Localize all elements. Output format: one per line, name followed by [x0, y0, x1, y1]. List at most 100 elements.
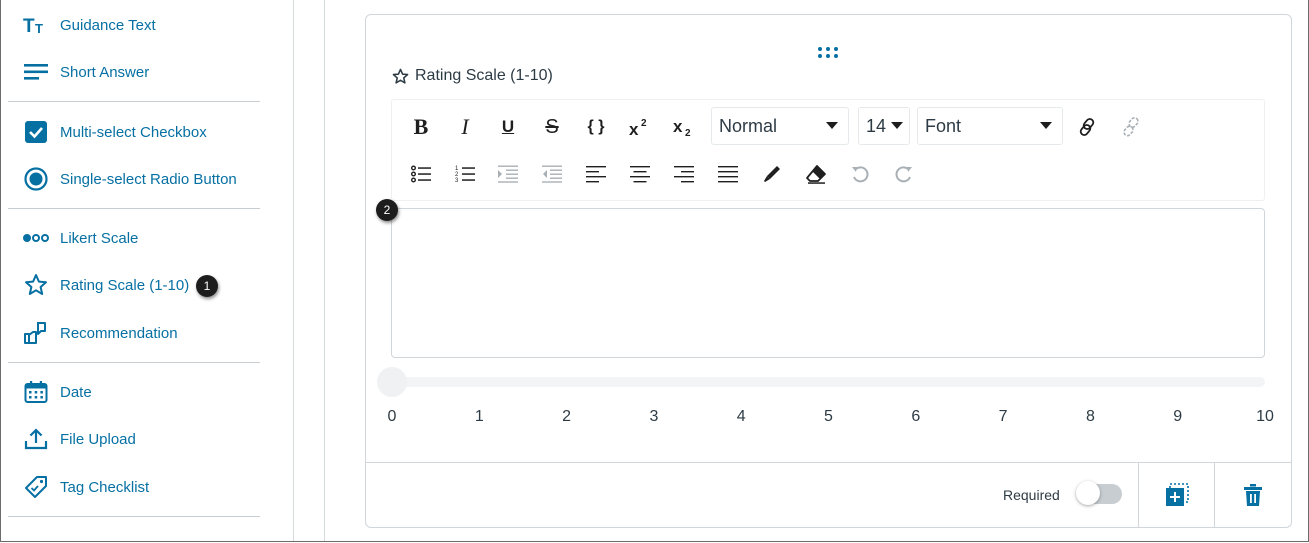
rating-tick-0: 0: [387, 408, 397, 425]
outdent-icon: [537, 159, 567, 189]
eraser-icon[interactable]: [801, 159, 831, 189]
svg-text:x: x: [673, 117, 683, 136]
superscript-icon[interactable]: x2: [625, 112, 655, 142]
block-format-select[interactable]: Normal: [711, 107, 849, 145]
footer-divider: [1214, 463, 1215, 528]
rich-text-toolbar: B I U S { } x2 x2 Normal 14 Font 1 2 3: [391, 99, 1265, 201]
sidebar-item-label: Single-select Radio Button: [60, 170, 237, 188]
sidebar-item-guidance-text[interactable]: TT Guidance Text: [22, 10, 156, 40]
drag-handle-icon[interactable]: [818, 47, 839, 58]
sidebar-item-recommendation[interactable]: Recommendation: [22, 318, 178, 348]
sidebar-divider: [8, 362, 260, 363]
rating-tick-1: 1: [474, 408, 484, 425]
toggle-knob: [1076, 481, 1100, 505]
question-title-text: Rating Scale (1-10): [415, 67, 553, 84]
svg-text:x: x: [629, 120, 639, 137]
bold-button[interactable]: B: [406, 112, 436, 142]
svg-text:2: 2: [685, 128, 691, 137]
svg-text:T: T: [23, 16, 35, 35]
rating-tick-9: 9: [1173, 408, 1183, 425]
question-card: Rating Scale (1-10) B I U S { } x2 x2 No…: [365, 14, 1292, 528]
code-button[interactable]: { }: [581, 112, 611, 142]
question-type-sidebar: TT Guidance Text Short Answer Multi-sele…: [0, 0, 262, 541]
tag-icon: [22, 473, 50, 501]
align-justify-icon[interactable]: [713, 159, 743, 189]
sidebar-item-rating-scale[interactable]: Rating Scale (1-10): [22, 270, 189, 300]
font-family-select[interactable]: Font: [917, 107, 1063, 145]
underline-button[interactable]: U: [493, 112, 523, 142]
align-left-icon[interactable]: [581, 159, 611, 189]
star-icon: [392, 68, 409, 85]
sidebar-divider: [8, 101, 260, 102]
numbered-list-icon[interactable]: 123: [450, 159, 480, 189]
font-size-select[interactable]: 14: [858, 107, 910, 145]
rating-tick-4: 4: [736, 408, 746, 425]
star-icon: [22, 271, 50, 299]
chevron-down-icon: [1040, 122, 1052, 129]
font-size-value: 14: [866, 115, 887, 136]
undo-icon: [845, 159, 875, 189]
svg-text:3: 3: [455, 178, 459, 183]
callout-badge-2: 2: [376, 199, 398, 221]
rating-tick-6: 6: [911, 408, 921, 425]
duplicate-question-icon[interactable]: [1164, 482, 1190, 508]
sidebar-item-likert-scale[interactable]: Likert Scale: [22, 223, 138, 253]
question-card-footer: Required: [366, 462, 1291, 528]
unlink-icon: [1116, 112, 1146, 142]
sidebar-item-label: Tag Checklist: [60, 478, 150, 496]
link-icon[interactable]: [1072, 112, 1102, 142]
sidebar-item-label: Rating Scale (1-10): [60, 276, 190, 294]
sidebar-item-short-answer[interactable]: Short Answer: [22, 57, 149, 87]
chevron-down-icon: [891, 122, 903, 129]
italic-button[interactable]: I: [450, 112, 480, 142]
thumbs-icon: [22, 319, 50, 347]
subscript-icon[interactable]: x2: [669, 112, 699, 142]
indent-icon: [493, 159, 523, 189]
rating-slider-track[interactable]: [378, 377, 1265, 387]
rating-tick-2: 2: [562, 408, 572, 425]
sidebar-item-date[interactable]: Date: [22, 377, 92, 407]
block-format-value: Normal: [719, 115, 778, 136]
text-color-icon[interactable]: [757, 159, 787, 189]
panel-divider: [324, 0, 325, 541]
redo-icon: [889, 159, 919, 189]
align-right-icon[interactable]: [669, 159, 699, 189]
footer-divider: [1138, 463, 1139, 528]
callout-badge-1: 1: [196, 275, 218, 297]
font-family-value: Font: [925, 115, 962, 136]
panel-divider: [293, 0, 294, 541]
strikethrough-button[interactable]: S: [537, 112, 567, 142]
sidebar-item-multi-select-checkbox[interactable]: Multi-select Checkbox: [22, 117, 207, 147]
sidebar-item-label: Short Answer: [60, 63, 150, 81]
question-text-editor[interactable]: [391, 208, 1265, 358]
sidebar-item-file-upload[interactable]: File Upload: [22, 424, 136, 454]
checkbox-icon: [22, 118, 50, 146]
delete-trash-icon[interactable]: [1240, 482, 1266, 508]
sidebar-item-single-select-radio[interactable]: Single-select Radio Button: [22, 164, 237, 194]
calendar-icon: [22, 378, 50, 406]
short-answer-icon: [22, 58, 50, 86]
align-center-icon[interactable]: [625, 159, 655, 189]
sidebar-item-label: Recommendation: [60, 324, 178, 342]
sidebar-item-label: Multi-select Checkbox: [60, 123, 207, 141]
rating-tick-3: 3: [649, 408, 659, 425]
likert-dots-icon: [22, 224, 50, 252]
svg-text:T: T: [35, 21, 43, 35]
sidebar-divider: [8, 208, 260, 209]
sidebar-item-label: Guidance Text: [60, 16, 156, 34]
upload-icon: [22, 425, 50, 453]
text-size-icon: TT: [22, 11, 50, 39]
bulleted-list-icon[interactable]: [406, 159, 436, 189]
rating-slider-thumb[interactable]: [377, 367, 407, 397]
sidebar-item-label: Date: [60, 383, 92, 401]
required-label: Required: [1003, 487, 1060, 503]
chevron-down-icon: [826, 122, 838, 129]
question-title: Rating Scale (1-10): [392, 67, 553, 85]
sidebar-item-tag-checklist[interactable]: Tag Checklist: [22, 472, 149, 502]
required-toggle[interactable]: [1076, 481, 1122, 505]
rating-tick-8: 8: [1085, 408, 1095, 425]
rating-tick-5: 5: [824, 408, 833, 425]
rating-tick-10: 10: [1256, 408, 1274, 425]
rating-tick-7: 7: [998, 408, 1008, 425]
svg-text:2: 2: [641, 118, 647, 129]
